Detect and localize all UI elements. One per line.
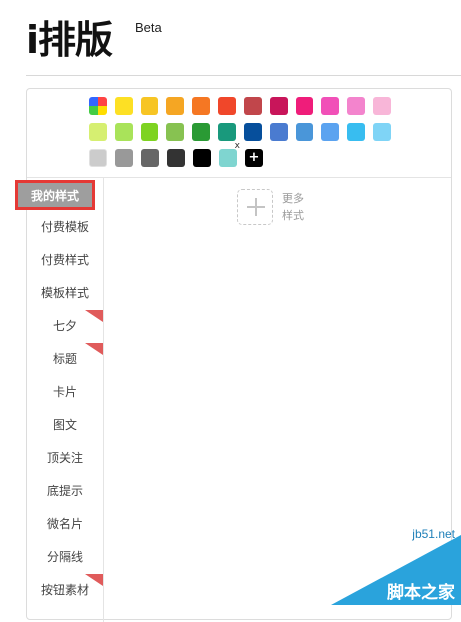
swatch-row-3: x + [89, 142, 399, 167]
sidebar-item-label: 底提示 [46, 484, 83, 498]
color-swatch[interactable] [373, 97, 391, 115]
watermark-site: jb51.net [412, 527, 455, 541]
sidebar-item-label: 按钮素材 [40, 583, 89, 597]
sidebar-item-label: 图文 [52, 418, 77, 432]
add-more-button[interactable] [237, 189, 273, 225]
new-tag-corner-icon [85, 343, 103, 355]
color-swatch[interactable] [295, 123, 314, 141]
swatch-row-1 [89, 97, 399, 115]
watermark-name: 脚本之家 [387, 583, 455, 603]
app-logo: i排版 [26, 18, 113, 62]
header-divider [26, 75, 461, 76]
color-swatch[interactable] [167, 149, 185, 167]
sidebar-item-label: 微名片 [46, 517, 83, 531]
color-swatch[interactable] [218, 97, 236, 115]
sidebar-item-label: 付费模板 [40, 220, 89, 234]
remove-swatch-icon[interactable]: x [235, 142, 240, 151]
sidebar-item-label: 模板样式 [40, 286, 89, 300]
color-swatch[interactable] [115, 149, 133, 167]
sidebar-item[interactable]: 卡片 [27, 376, 103, 409]
sidebar-item-label: 七夕 [52, 319, 77, 333]
sidebar-item[interactable]: 分隔线 [27, 541, 103, 574]
beta-label: Beta [135, 20, 162, 35]
sidebar-item[interactable]: 底提示 [27, 475, 103, 508]
sidebar-item-label: 卡片 [52, 385, 77, 399]
color-swatch[interactable] [243, 97, 262, 115]
sidebar-item[interactable]: 按钮素材 [27, 574, 103, 607]
color-swatch[interactable] [295, 97, 314, 115]
color-swatch[interactable] [218, 123, 236, 141]
color-swatch[interactable] [373, 123, 391, 141]
color-swatch[interactable] [321, 97, 340, 115]
sidebar-item-label: 顶关注 [46, 451, 83, 465]
color-swatch[interactable] [89, 123, 107, 141]
color-swatch[interactable] [321, 123, 340, 141]
sidebar-item-label: 分隔线 [46, 550, 83, 564]
color-palette: x + [89, 97, 399, 175]
color-swatch[interactable] [243, 123, 262, 141]
sidebar-item[interactable]: 标题 [27, 343, 103, 376]
color-swatch[interactable] [347, 97, 366, 115]
color-swatch[interactable] [140, 123, 159, 141]
color-swatch[interactable] [89, 97, 107, 115]
sidebar-item[interactable]: 七夕 [27, 310, 103, 343]
add-more-label[interactable]: 更多样式 [282, 190, 312, 224]
sidebar-item[interactable]: 顶关注 [27, 442, 103, 475]
color-swatch[interactable] [114, 123, 133, 141]
sidebar-item-label: 我的样式 [30, 189, 79, 203]
sidebar-item[interactable]: 付费模板 [27, 211, 103, 244]
watermark: jb51.net 脚本之家 [321, 523, 461, 605]
swatch-row-2 [89, 123, 399, 141]
color-swatch[interactable] [141, 149, 159, 167]
color-swatch[interactable] [192, 97, 211, 115]
color-swatch[interactable] [269, 123, 288, 141]
color-swatch[interactable]: x [219, 142, 240, 167]
color-swatch[interactable] [166, 97, 185, 115]
color-swatch[interactable] [269, 97, 288, 115]
sidebar-item-label: 标题 [52, 352, 77, 366]
sidebar-item[interactable]: 图文 [27, 409, 103, 442]
color-swatch[interactable] [347, 123, 366, 141]
sidebar-item-label: 付费样式 [40, 253, 89, 267]
color-swatch[interactable] [114, 97, 133, 115]
add-color-button[interactable]: + [245, 149, 263, 167]
color-swatch[interactable] [192, 123, 211, 141]
category-sidebar: 我的样式付费模板付费样式模板样式七夕标题卡片图文顶关注底提示微名片分隔线按钮素材 [15, 177, 103, 607]
sidebar-item[interactable]: 微名片 [27, 508, 103, 541]
sidebar-divider [103, 177, 104, 622]
color-swatch[interactable] [140, 97, 159, 115]
sidebar-item[interactable]: 模板样式 [27, 277, 103, 310]
new-tag-corner-icon [85, 310, 103, 322]
sidebar-item[interactable]: 我的样式 [15, 180, 95, 210]
new-tag-corner-icon [85, 574, 103, 586]
color-swatch[interactable] [193, 149, 211, 167]
sidebar-item[interactable]: 付费样式 [27, 244, 103, 277]
color-swatch[interactable] [89, 149, 107, 167]
color-swatch[interactable] [166, 123, 185, 141]
